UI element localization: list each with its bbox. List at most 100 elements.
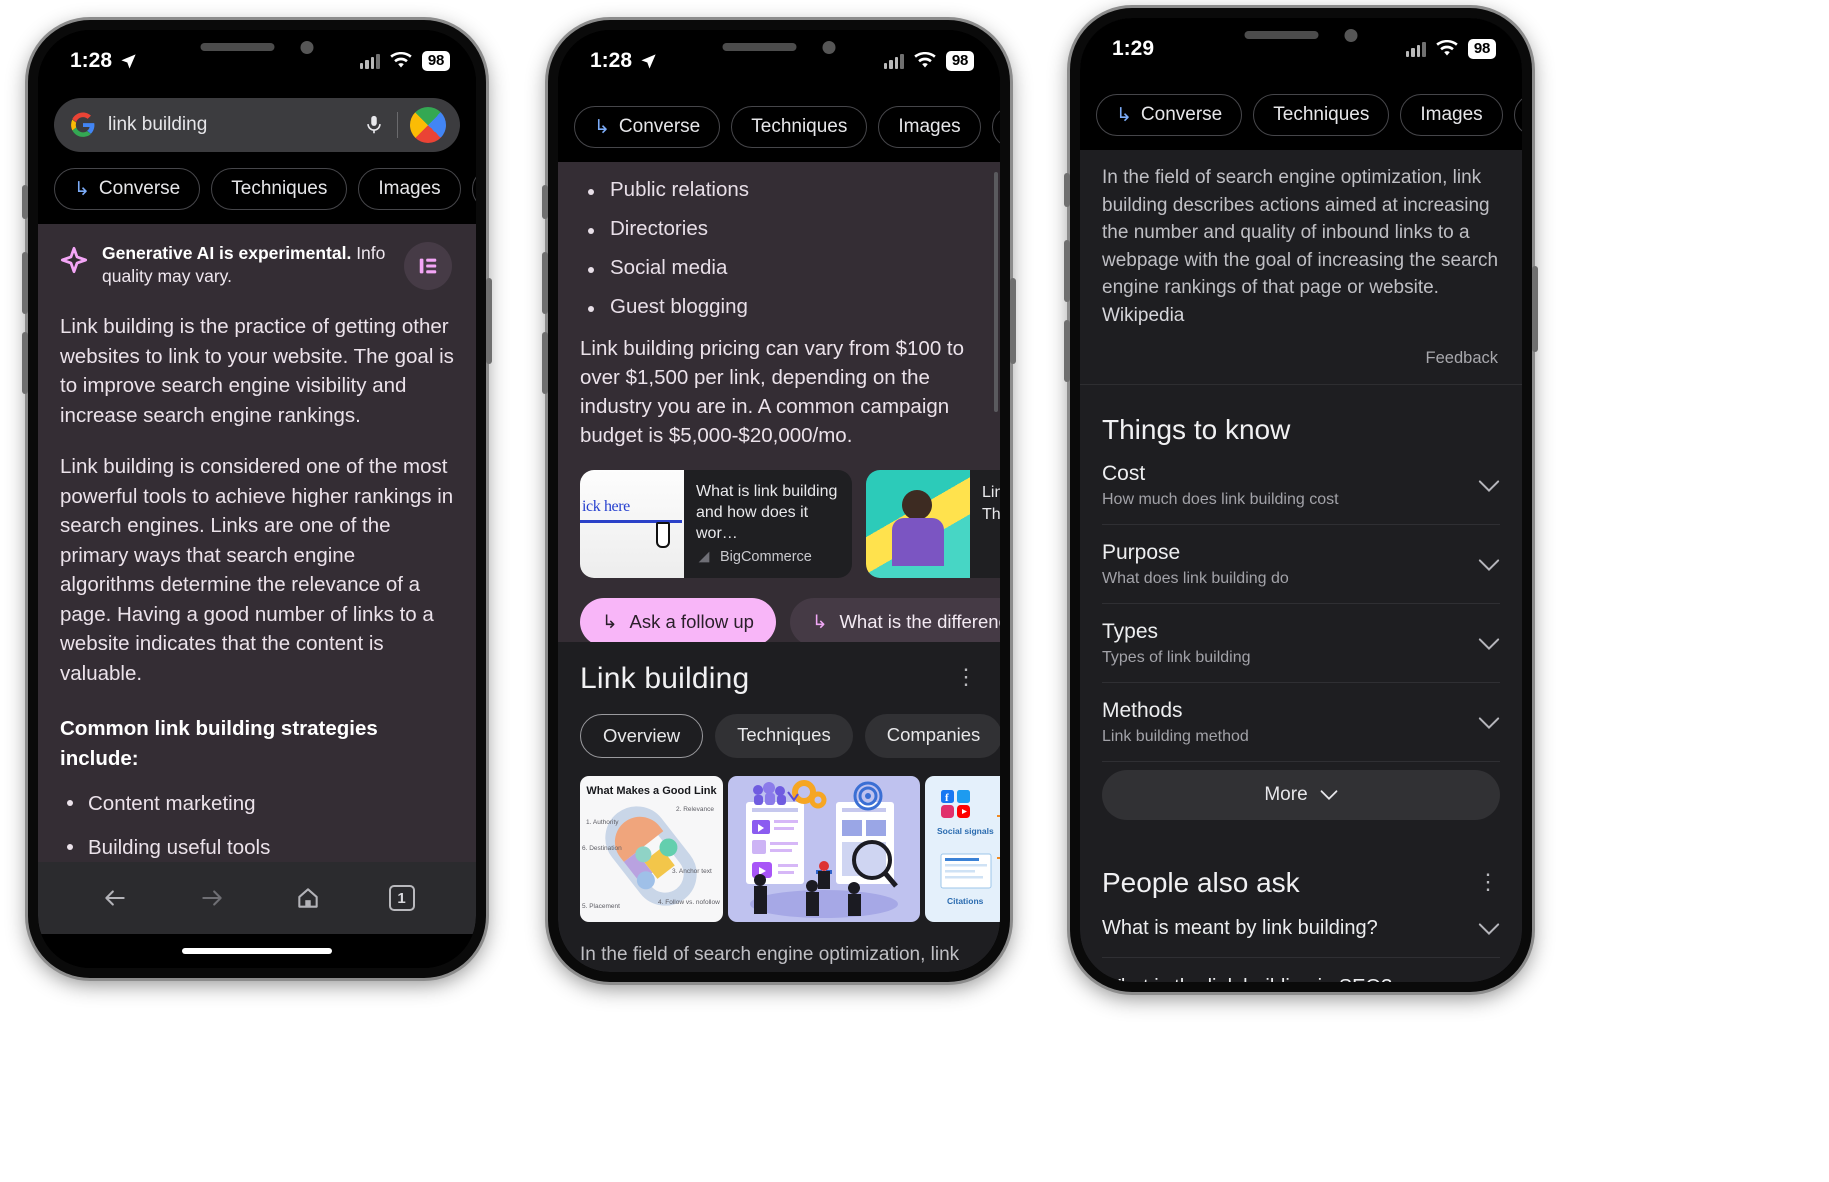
phone2-power-button[interactable]: [1010, 278, 1016, 364]
chip-techniques[interactable]: Techniques: [211, 168, 348, 210]
status-right: 98: [1405, 38, 1496, 60]
row-text: Types Types of link building: [1102, 620, 1251, 667]
front-camera: [822, 40, 836, 54]
tab-label: Techniques: [737, 724, 831, 745]
chip-label: Techniques: [231, 178, 328, 199]
chip-images[interactable]: Images: [358, 168, 461, 210]
chip-companies[interactable]: Companies: [471, 168, 476, 210]
back-arrow-icon[interactable]: [100, 885, 130, 911]
phone3-volume-up-button[interactable]: [1064, 240, 1070, 302]
knowledge-panel-tabs[interactable]: Overview Techniques Companies: [580, 714, 1000, 758]
tab-companies[interactable]: Companies: [864, 714, 1000, 758]
search-bar[interactable]: link building: [54, 98, 460, 152]
things-to-know-row-cost[interactable]: Cost How much does link building cost: [1102, 446, 1500, 526]
forward-arrow-icon[interactable]: [197, 885, 227, 911]
phone3-power-button[interactable]: [1532, 266, 1538, 352]
chevron-down-icon[interactable]: [1478, 922, 1500, 936]
svg-text:6. Destination: 6. Destination: [582, 845, 622, 852]
phone1-browser-nav[interactable]: 1: [38, 862, 476, 934]
card-meta: What is link building and how does it wo…: [684, 470, 852, 578]
chip-label: Images: [1420, 104, 1483, 125]
chevron-down-icon[interactable]: [1478, 479, 1500, 493]
knowledge-description-text: In the field of search engine optimizati…: [1102, 167, 1499, 299]
things-to-know-row-types[interactable]: Types Types of link building: [1102, 604, 1500, 684]
row-title: Methods: [1102, 699, 1183, 723]
followup-suggestion-chip[interactable]: ↳ What is the difference between: [789, 598, 1000, 642]
chevron-down-icon[interactable]: [1478, 637, 1500, 651]
knowledge-image-strip[interactable]: What Makes a Good Link 1. Authority 2. R…: [580, 776, 1000, 922]
page-title: Link building: [580, 662, 750, 695]
things-to-know-row-methods[interactable]: Methods Link building method: [1102, 683, 1500, 763]
row-subtitle: Link building method: [1102, 728, 1249, 746]
svg-text:f: f: [945, 792, 949, 804]
card-title: Lin Th: [982, 484, 1000, 524]
row-subtitle: How much does link building cost: [1102, 491, 1339, 509]
ai-view-toggle-button[interactable]: [404, 242, 452, 290]
avatar[interactable]: [410, 107, 446, 143]
things-to-know-row-purpose[interactable]: Purpose What does link building do: [1102, 525, 1500, 605]
source-card[interactable]: ick here What is link building and how d…: [580, 470, 852, 579]
followup-chip-row[interactable]: ↳ Ask a follow up ↳ What is the differen…: [580, 598, 1000, 642]
card-source: BigCommerce: [696, 548, 840, 566]
knowledge-image-3[interactable]: f Social signals Citations: [925, 776, 1000, 922]
phone2-filter-chips[interactable]: ↳ Converse Techniques Images Companies: [558, 92, 1000, 162]
scrollbar-thumb[interactable]: [994, 172, 998, 412]
battery-percent: 98: [421, 50, 450, 72]
return-arrow-icon: ↳: [811, 611, 828, 633]
phone2-volume-down-button[interactable]: [542, 332, 548, 394]
return-arrow-icon: ↳: [594, 116, 610, 138]
chevron-down-icon[interactable]: [1478, 558, 1500, 572]
ask-followup-button[interactable]: ↳ Ask a follow up: [580, 598, 776, 642]
phone1-power-button[interactable]: [486, 278, 492, 364]
chip-companies[interactable]: Companies: [1513, 94, 1522, 136]
overflow-menu-icon[interactable]: ⋮: [1477, 867, 1500, 893]
paa-question-row[interactable]: What is the link building in SEO?: [1102, 958, 1500, 982]
more-button[interactable]: More: [1102, 770, 1500, 821]
source-card[interactable]: Lin Th: [866, 470, 1000, 579]
phone3-volume-down-button[interactable]: [1064, 320, 1070, 382]
status-time: 1:29: [1112, 37, 1155, 60]
overflow-menu-icon[interactable]: ⋮: [955, 662, 978, 687]
front-camera: [300, 40, 314, 54]
chevron-down-icon[interactable]: [1478, 981, 1500, 982]
home-icon[interactable]: [294, 885, 322, 911]
phone2-status-bar: 1:28 98: [558, 30, 1000, 92]
chip-techniques[interactable]: Techniques: [1253, 94, 1390, 136]
tab-techniques[interactable]: Techniques: [715, 714, 853, 758]
phone2-mute-button[interactable]: [542, 185, 548, 219]
home-indicator[interactable]: [182, 948, 332, 954]
earpiece-speaker: [200, 43, 275, 51]
chip-images[interactable]: Images: [1400, 94, 1503, 136]
pricing-paragraph: Link building pricing can vary from $100…: [580, 337, 965, 448]
search-input[interactable]: link building: [108, 114, 351, 136]
people-also-ask-section: People also ask ⋮ What is meant by link …: [1080, 847, 1522, 982]
ai-overview-panel: Generative AI is experimental. Info qual…: [38, 224, 476, 872]
chip-companies[interactable]: Companies: [991, 106, 1000, 148]
chip-techniques[interactable]: Techniques: [731, 106, 868, 148]
chip-converse[interactable]: ↳ Converse: [1096, 94, 1243, 136]
phone-2: 1:28 98 ↳ Converse Techniques Images Pub…: [542, 20, 1016, 982]
battery-percent: 98: [945, 50, 974, 72]
tab-overview[interactable]: Overview: [580, 714, 704, 758]
source-card-strip[interactable]: ick here What is link building and how d…: [580, 470, 1000, 579]
chip-images[interactable]: Images: [878, 106, 981, 148]
microphone-icon[interactable]: [363, 111, 385, 139]
phone2-volume-up-button[interactable]: [542, 252, 548, 314]
tab-count-button[interactable]: 1: [388, 885, 415, 911]
chip-label: Images: [898, 116, 961, 137]
phone1-filter-chips[interactable]: ↳ Converse Techniques Images Companies: [38, 164, 476, 224]
phone1-volume-up-button[interactable]: [22, 252, 28, 314]
knowledge-image-1[interactable]: What Makes a Good Link 1. Authority 2. R…: [580, 776, 723, 922]
phone1-volume-down-button[interactable]: [22, 332, 28, 394]
description-source-link[interactable]: Wikipedia: [1102, 305, 1184, 326]
phone1-mute-button[interactable]: [22, 185, 28, 219]
feedback-link[interactable]: Feedback: [1080, 329, 1522, 386]
chip-converse[interactable]: ↳ Converse: [574, 106, 721, 148]
paa-question-row[interactable]: What is meant by link building?: [1102, 899, 1500, 959]
chip-converse[interactable]: ↳ Converse: [54, 168, 201, 210]
phone3-mute-button[interactable]: [1064, 173, 1070, 207]
phone3-filter-chips[interactable]: ↳ Converse Techniques Images Companies: [1080, 80, 1522, 150]
chevron-down-icon[interactable]: [1478, 716, 1500, 730]
knowledge-image-2[interactable]: [728, 776, 920, 922]
status-left: 1:28: [590, 49, 658, 73]
